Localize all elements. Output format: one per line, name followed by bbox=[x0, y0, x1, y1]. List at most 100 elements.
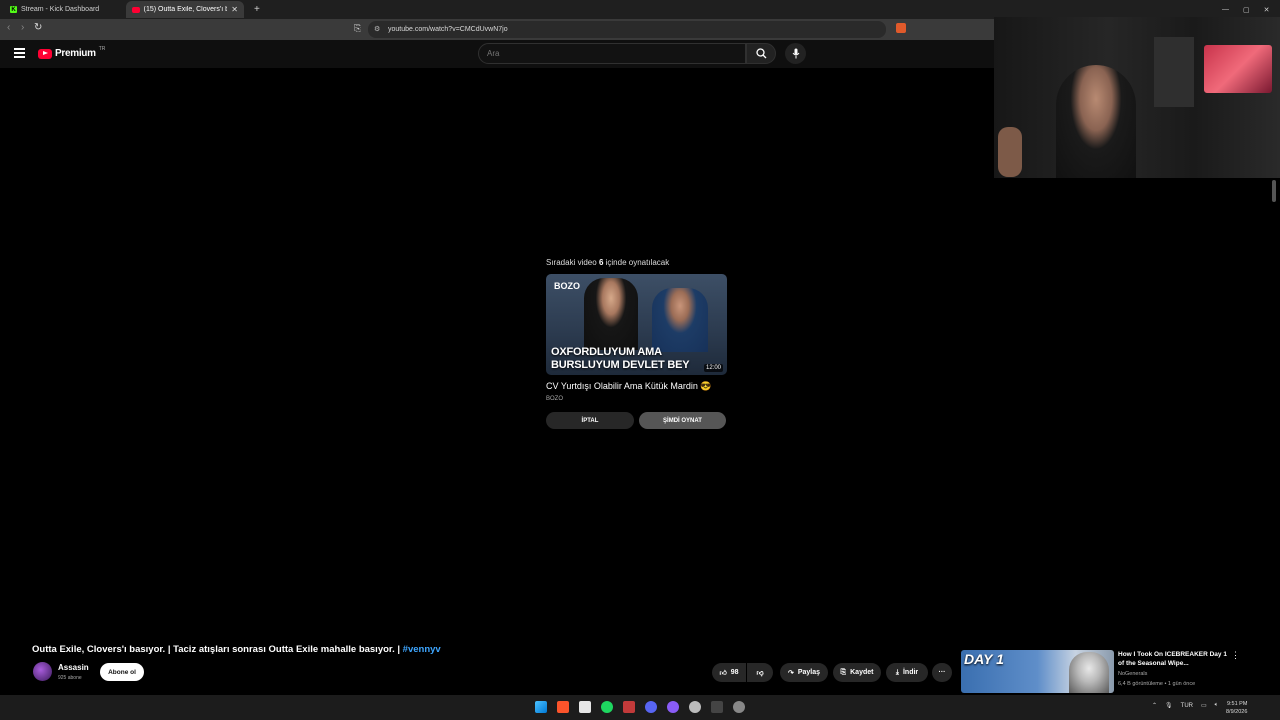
thumbs-down-icon: 👎︎ bbox=[756, 670, 764, 677]
bookmark-icon[interactable]: ⎘ bbox=[354, 23, 361, 34]
kick-icon: K bbox=[10, 6, 17, 13]
upnext-suffix: içinde oynatılacak bbox=[605, 258, 670, 267]
download-button[interactable]: ⤓ İndir bbox=[886, 663, 928, 682]
duration-badge: 12:00 bbox=[703, 364, 723, 372]
streamer-figure bbox=[1056, 65, 1136, 178]
app-icon[interactable] bbox=[623, 701, 635, 713]
network-icon[interactable]: ▭ bbox=[1201, 702, 1207, 709]
youtube-icon bbox=[132, 6, 140, 13]
webcam-background-screen bbox=[1204, 45, 1272, 93]
thumbnail-caption-line2: BURSLUYUM DEVLET BEY bbox=[551, 359, 690, 371]
video-title: Outta Exile, Clovers'ı basıyor. | Taciz … bbox=[32, 644, 441, 655]
discord-icon[interactable] bbox=[645, 701, 657, 713]
system-tray: ⌃ 🎙︎ TUR ▭ 🔈︎ bbox=[1152, 702, 1218, 709]
file-explorer-icon[interactable] bbox=[579, 701, 591, 713]
windows-taskbar bbox=[0, 695, 1280, 720]
share-button[interactable]: ↷ Paylaş bbox=[780, 663, 828, 682]
thumbnail-brand: BOZO bbox=[554, 281, 580, 291]
terminal-icon[interactable] bbox=[711, 701, 723, 713]
new-tab-button[interactable]: + bbox=[248, 1, 266, 18]
share-icon: ↷ bbox=[787, 669, 794, 677]
thumbs-up-icon: 👍︎ bbox=[719, 670, 727, 677]
like-button[interactable]: 👍︎ 98 bbox=[712, 663, 746, 682]
countdown-seconds: 6 bbox=[598, 258, 604, 267]
channel-name[interactable]: Assasin bbox=[58, 663, 89, 672]
streamer-hand bbox=[998, 127, 1022, 177]
system-clock[interactable]: 9:51 PM 8/9/2026 bbox=[1226, 700, 1247, 716]
volume-icon[interactable]: 🔈︎ bbox=[1215, 702, 1219, 709]
recommended-title[interactable]: How I Took On ICEBREAKER Day 1 of the Se… bbox=[1118, 650, 1228, 668]
close-window-button[interactable]: ✕ bbox=[1264, 6, 1270, 14]
brave-browser-icon[interactable] bbox=[557, 701, 569, 713]
upnext-prefix: Sıradaki video bbox=[546, 258, 597, 267]
thumbnail-person-right bbox=[652, 288, 708, 352]
tab-label: (15) Outta Exile, Clovers'ı basıyo bbox=[143, 6, 228, 13]
settings-icon[interactable] bbox=[733, 701, 745, 713]
download-label: İndir bbox=[902, 669, 919, 676]
play-now-button[interactable]: ŞİMDİ OYNAT bbox=[639, 412, 726, 429]
recommended-thumb-text: DAY 1 bbox=[964, 651, 1004, 667]
cancel-button[interactable]: İPTAL bbox=[546, 412, 634, 429]
close-tab-icon[interactable]: ✕ bbox=[231, 5, 238, 14]
microphone-icon bbox=[792, 48, 799, 59]
start-icon[interactable] bbox=[535, 701, 547, 713]
url-field[interactable]: ⚙ youtube.com/watch?v=CMCdUvwN7jo bbox=[368, 21, 886, 38]
thumbnail-person-left bbox=[584, 278, 638, 350]
subscriber-count: 925 abone bbox=[58, 675, 82, 681]
clock-time: 9:51 PM bbox=[1226, 701, 1248, 707]
menu-icon[interactable] bbox=[14, 48, 25, 58]
window-controls: — ▢ ✕ bbox=[1216, 1, 1276, 18]
recommended-channel[interactable]: NoGenerals bbox=[1118, 671, 1147, 677]
minimize-button[interactable]: — bbox=[1222, 6, 1229, 13]
share-label: Paylaş bbox=[797, 669, 821, 676]
upnext-title[interactable]: CV Yurtdışı Olabilir Ama Kütük Mardin 😎 bbox=[546, 381, 712, 392]
youtube-logo[interactable]: Premium TR bbox=[38, 45, 106, 59]
tab-kick-dashboard[interactable]: K Stream - Kick Dashboard bbox=[4, 1, 124, 18]
spotify-icon[interactable] bbox=[601, 701, 613, 713]
upnext-thumbnail[interactable]: BOZO OXFORDLUYUM AMA BURSLUYUM DEVLET BE… bbox=[546, 274, 727, 375]
channel-avatar[interactable] bbox=[33, 662, 52, 681]
logo-country: TR bbox=[98, 45, 106, 52]
upnext-channel[interactable]: BOZO bbox=[546, 396, 563, 402]
language-indicator[interactable]: TUR bbox=[1181, 703, 1193, 709]
subscribe-button[interactable]: Abone ol bbox=[100, 663, 144, 681]
recommended-meta: 6,4 B görüntüleme • 1 gün önce bbox=[1118, 681, 1196, 687]
reload-icon[interactable]: ↻ bbox=[34, 22, 42, 33]
youtube-play-icon bbox=[38, 48, 52, 59]
search-icon bbox=[755, 48, 766, 59]
like-count: 98 bbox=[730, 669, 739, 676]
dislike-button[interactable]: 👎︎ bbox=[747, 663, 773, 682]
video-title-text: Outta Exile, Clovers'ı basıyor. | Taciz … bbox=[32, 644, 401, 655]
maximize-button[interactable]: ▢ bbox=[1243, 6, 1250, 14]
hashtag-link[interactable]: #vennyv bbox=[403, 644, 441, 655]
brave-shield-icon[interactable] bbox=[896, 23, 906, 33]
more-vert-icon[interactable]: ⋮ bbox=[1231, 650, 1240, 661]
mic-tray-icon[interactable]: 🎙︎ bbox=[1165, 702, 1173, 709]
logo-text: Premium bbox=[55, 48, 96, 59]
tab-youtube-video[interactable]: (15) Outta Exile, Clovers'ı basıyo ✕ bbox=[126, 1, 244, 18]
recommended-thumb-figure bbox=[1069, 652, 1109, 693]
site-info-icon[interactable]: ⚙ bbox=[374, 25, 380, 33]
clock-date: 8/9/2026 bbox=[1226, 709, 1248, 715]
back-icon[interactable]: ‹ bbox=[7, 22, 10, 33]
download-icon: ⤓ bbox=[895, 668, 899, 676]
upnext-countdown: Sıradaki video 6 içinde oynatılacak bbox=[546, 258, 669, 267]
webcam-overlay bbox=[994, 17, 1280, 178]
search-input[interactable]: Ara bbox=[478, 43, 746, 64]
thumbnail-caption-line1: OXFORDLUYUM AMA bbox=[551, 346, 662, 358]
forward-icon[interactable]: › bbox=[21, 22, 24, 33]
save-label: Kaydet bbox=[850, 669, 874, 676]
webcam-shelf bbox=[1154, 37, 1194, 107]
obs-icon[interactable] bbox=[689, 701, 701, 713]
search-placeholder: Ara bbox=[487, 49, 500, 58]
save-button[interactable]: ⎘ Kaydet bbox=[833, 663, 881, 682]
tab-label: Stream - Kick Dashboard bbox=[21, 6, 100, 13]
url-text: youtube.com/watch?v=CMCdUvwN7jo bbox=[388, 26, 508, 33]
more-actions-button[interactable]: ··· bbox=[932, 663, 952, 682]
voice-search-button[interactable] bbox=[785, 43, 806, 64]
chevron-up-icon[interactable]: ⌃ bbox=[1152, 702, 1157, 709]
search-button[interactable] bbox=[746, 43, 776, 64]
chat-app-icon[interactable] bbox=[667, 701, 679, 713]
recommended-thumbnail[interactable]: DAY 1 bbox=[961, 650, 1114, 693]
scrollbar-thumb[interactable] bbox=[1272, 180, 1276, 202]
